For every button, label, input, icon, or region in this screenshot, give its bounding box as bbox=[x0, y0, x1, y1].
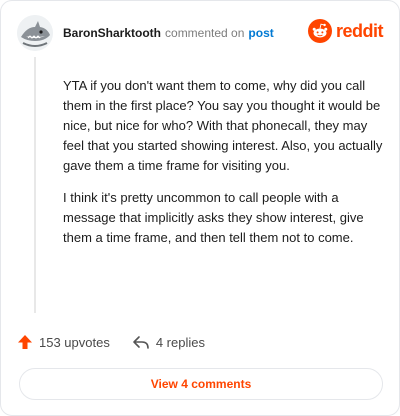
comment-body: YTA if you don't want them to come, why … bbox=[63, 76, 385, 260]
comment-actions: 153 upvotes 4 replies bbox=[17, 334, 205, 350]
replies-button[interactable]: 4 replies bbox=[132, 334, 205, 350]
shark-avatar-icon bbox=[17, 15, 53, 51]
upvote-button[interactable]: 153 upvotes bbox=[17, 334, 110, 350]
thread-line bbox=[34, 57, 36, 313]
reply-count: 4 replies bbox=[155, 334, 205, 350]
username[interactable]: BaronSharktooth bbox=[63, 26, 161, 40]
upvote-arrow-icon bbox=[18, 335, 32, 349]
comment-header: BaronSharktooth commented on post bbox=[63, 26, 274, 40]
comment-card: BaronSharktooth commented on post reddit Y… bbox=[0, 0, 400, 416]
comment-paragraph: YTA if you don't want them to come, why … bbox=[63, 78, 383, 173]
post-link[interactable]: post bbox=[248, 26, 273, 40]
reddit-logo[interactable]: reddit bbox=[307, 19, 384, 43]
commented-on-text: commented on bbox=[165, 26, 245, 40]
upvote-count: 153 upvotes bbox=[39, 334, 110, 350]
reply-icon bbox=[133, 336, 149, 349]
avatar[interactable] bbox=[17, 15, 53, 51]
reddit-logo-icon bbox=[307, 19, 332, 43]
reddit-wordmark: reddit bbox=[335, 20, 384, 41]
view-comments-button[interactable]: View 4 comments bbox=[19, 368, 383, 400]
comment-paragraph: I think it's pretty uncommon to call peo… bbox=[63, 190, 364, 245]
